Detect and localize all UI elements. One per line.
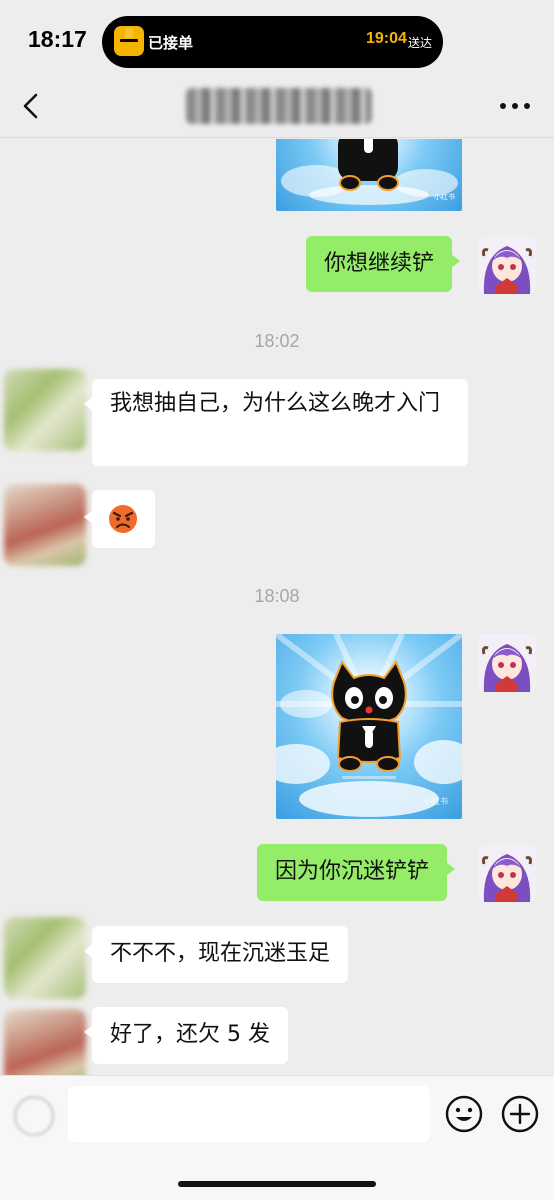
anime-avatar-image [478, 844, 536, 902]
smiley-icon [445, 1095, 483, 1133]
message-text: 我想抽自己，为什么这么晚才入门 [110, 391, 441, 416]
message-list[interactable]: 小红书 你想继续铲 18:02 我想抽自己，为什么这么晚才入门 18:08 小红… [0, 139, 554, 1075]
svg-text:小红书: 小红书 [434, 192, 455, 201]
angry-face-icon [109, 505, 137, 533]
emoji-button[interactable] [444, 1094, 484, 1134]
anime-avatar-image [478, 236, 536, 294]
sticker-watermark: 小红书 [424, 797, 448, 806]
message-text: 不不不，现在沉迷玉足 [110, 941, 331, 966]
message-text: 好了，还欠 5 发 [110, 1022, 270, 1047]
cat-sticker-image: 小红书 [281, 139, 458, 205]
cat-sticker-image [276, 634, 462, 817]
anime-avatar-image [478, 634, 536, 692]
chat-title-redacted [186, 88, 372, 124]
message-input[interactable] [68, 1086, 430, 1142]
ellipsis-icon [500, 103, 506, 109]
emoji-message[interactable] [84, 490, 155, 548]
contact-avatar-redacted[interactable] [4, 917, 86, 999]
delivery-box-icon [114, 26, 144, 56]
message-bubble-them[interactable]: 我想抽自己，为什么这么晚才入门 [84, 379, 468, 466]
status-time: 18:17 [28, 26, 87, 52]
message-text: 因为你沉迷铲铲 [275, 859, 430, 884]
delivery-eta-suffix: 送达 [408, 36, 433, 50]
home-indicator[interactable] [178, 1181, 376, 1187]
message-bubble-me[interactable]: 你想继续铲 [306, 236, 461, 292]
back-button[interactable] [16, 90, 48, 122]
message-bubble-them[interactable]: 不不不，现在沉迷玉足 [83, 926, 349, 983]
plus-circle-icon [501, 1095, 539, 1133]
message-text: 你想继续铲 [324, 251, 435, 276]
message-bubble-me[interactable]: 因为你沉迷铲铲 [257, 844, 456, 901]
voice-icon[interactable] [14, 1096, 54, 1136]
timestamp: 18:08 [254, 586, 300, 606]
my-avatar[interactable] [478, 844, 536, 902]
chevron-left-icon [23, 93, 38, 119]
more-button[interactable] [496, 88, 534, 124]
contact-avatar-redacted[interactable] [4, 369, 86, 451]
live-activity-island[interactable]: 已接单 19:04 送达 [102, 16, 443, 68]
my-avatar[interactable] [478, 634, 536, 692]
message-bubble-them[interactable]: 好了，还欠 5 发 [84, 1007, 288, 1064]
my-avatar[interactable] [478, 236, 536, 294]
order-status-label: 已接单 [148, 34, 194, 52]
timestamp: 18:02 [254, 331, 300, 351]
contact-avatar-redacted[interactable] [4, 484, 86, 566]
sticker-message[interactable]: 小红书 [276, 139, 462, 211]
more-actions-button[interactable] [500, 1094, 540, 1134]
delivery-eta: 19:04 [366, 30, 407, 47]
sticker-message[interactable]: 小红书 [276, 634, 462, 819]
chat-header [0, 74, 554, 138]
contact-avatar-redacted[interactable] [4, 1009, 86, 1075]
